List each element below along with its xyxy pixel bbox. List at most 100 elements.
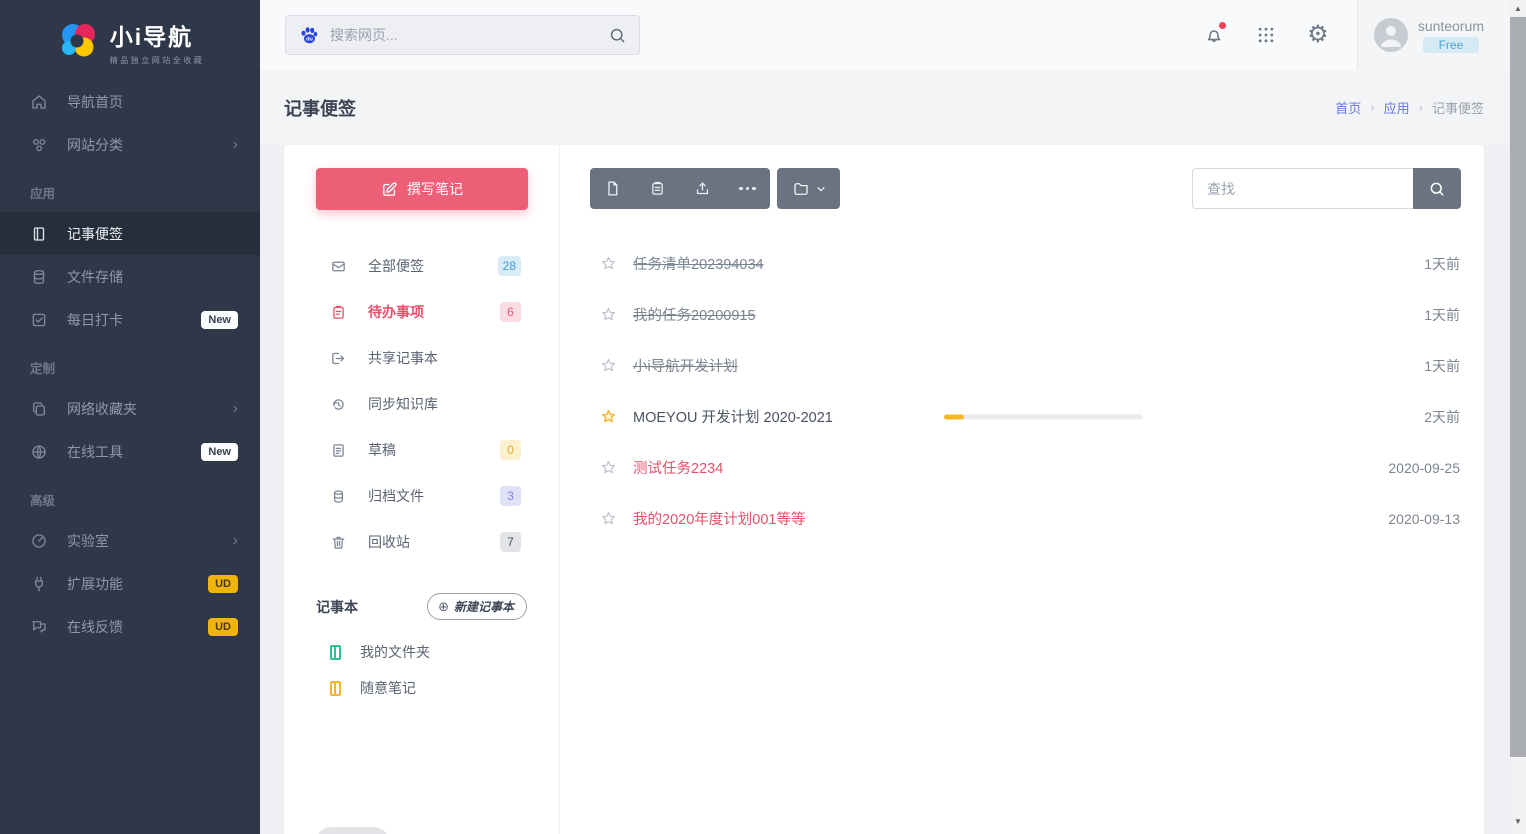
more-actions-button[interactable] (725, 168, 770, 209)
archive-icon (330, 488, 347, 505)
scroll-up-arrow[interactable]: ▲ (1510, 0, 1526, 17)
web-search-box[interactable]: du (285, 15, 640, 55)
ellipsis-icon (739, 187, 756, 191)
star-icon[interactable] (600, 510, 617, 527)
sidebar-item-lab[interactable]: 实验室 › (0, 519, 260, 562)
plugin-icon (30, 575, 48, 593)
scroll-down-arrow[interactable]: ▼ (1510, 813, 1526, 830)
note-row[interactable]: 任务清单202394034 1天前 (560, 238, 1484, 289)
note-row[interactable]: 小i导航开发计划 1天前 (560, 340, 1484, 391)
note-title[interactable]: 我的任务20200915 (633, 304, 756, 325)
note-title[interactable]: 任务清单202394034 (633, 253, 764, 274)
brand-swirl-icon (56, 20, 100, 64)
new-notebook-button[interactable]: ⊕ 新建记事本 (427, 593, 527, 620)
find-input[interactable] (1192, 168, 1413, 209)
note-date: 1天前 (1424, 305, 1460, 325)
notebook-casual-notes[interactable]: 随意笔记 (284, 670, 559, 706)
sidebar-item-site-categories[interactable]: 网站分类 › (0, 123, 260, 166)
note-row[interactable]: 我的任务20200915 1天前 (560, 289, 1484, 340)
category-sync-knowledge[interactable]: 同步知识库 (284, 381, 559, 427)
document-icon (330, 442, 347, 459)
user-name: sunteorum (1418, 18, 1484, 34)
notes-list-area: 任务清单202394034 1天前 我的任务20200915 1天前 小i导航开… (560, 145, 1484, 834)
notification-dot (1219, 22, 1226, 29)
note-progress-bar (944, 414, 1143, 419)
find-button[interactable] (1413, 168, 1461, 209)
category-shared-notebooks[interactable]: 共享记事本 (284, 335, 559, 381)
note-title[interactable]: 我的2020年度计划001等等 (633, 508, 805, 529)
note-title[interactable]: MOEYOU 开发计划 2020-2021 (633, 406, 833, 427)
clipboard-icon (330, 304, 347, 321)
note-date: 2020-09-25 (1388, 460, 1460, 476)
category-icon (30, 136, 48, 154)
compose-note-button[interactable]: 撰写笔记 (316, 168, 528, 210)
star-icon[interactable] (600, 357, 617, 374)
apps-grid-icon[interactable] (1253, 22, 1279, 48)
search-icon[interactable] (608, 26, 627, 45)
category-all-notes[interactable]: 全部便签 28 (284, 243, 559, 289)
star-icon[interactable] (600, 306, 617, 323)
sidebar-item-extensions[interactable]: 扩展功能 UD (0, 562, 260, 605)
sidebar-section-apps: 应用 (0, 172, 260, 212)
upload-button[interactable] (680, 168, 725, 209)
scrollbar-thumb[interactable] (1510, 17, 1526, 757)
category-todo[interactable]: 待办事项 6 (284, 289, 559, 335)
sidebar-item-feedback[interactable]: 在线反馈 UD (0, 605, 260, 648)
page-header: 记事便签 首页 › 应用 › 记事便签 (260, 70, 1510, 145)
category-archived[interactable]: 归档文件 3 (284, 473, 559, 519)
star-icon[interactable] (600, 255, 617, 272)
chevron-right-icon: › (233, 401, 238, 417)
trash-icon (330, 534, 347, 551)
chevron-right-icon: › (233, 137, 238, 153)
notifications-bell-icon[interactable] (1201, 22, 1227, 48)
notebook-my-folder[interactable]: 我的文件夹 (284, 634, 559, 670)
plan-free-badge: FREE (316, 827, 389, 834)
note-title[interactable]: 测试任务2234 (633, 457, 723, 478)
edit-icon (381, 181, 398, 198)
settings-gear-icon[interactable]: ⚙ (1305, 22, 1331, 48)
note-title[interactable]: 小i导航开发计划 (633, 355, 738, 376)
brand-subtitle: 精品独立网站全收藏 (110, 55, 205, 66)
sidebar-item-online-tools[interactable]: 在线工具 New (0, 430, 260, 473)
page-title: 记事便签 (284, 95, 356, 121)
checkin-icon (30, 311, 48, 329)
note-date: 1天前 (1424, 356, 1460, 376)
category-trash[interactable]: 回收站 7 (284, 519, 559, 565)
lab-icon (30, 532, 48, 550)
note-list: 任务清单202394034 1天前 我的任务20200915 1天前 小i导航开… (560, 238, 1484, 544)
sidebar-item-daily-checkin[interactable]: 每日打卡 New (0, 298, 260, 341)
note-row[interactable]: 测试任务2234 2020-09-25 (560, 442, 1484, 493)
topbar: du ⚙ sunteorum (260, 0, 1510, 70)
note-row[interactable]: MOEYOU 开发计划 2020-2021 2天前 (560, 391, 1484, 442)
user-plan-badge: Free (1423, 37, 1480, 53)
sidebar-section-advanced: 高级 (0, 479, 260, 519)
note-date: 2020-09-13 (1388, 511, 1460, 527)
browser-scrollbar[interactable]: ▲ ▼ (1510, 0, 1526, 834)
sidebar-item-web-collections[interactable]: 网络收藏夹 › (0, 387, 260, 430)
note-row[interactable]: 我的2020年度计划001等等 2020-09-13 (560, 493, 1484, 544)
category-drafts[interactable]: 草稿 0 (284, 427, 559, 473)
brand-logo[interactable]: 小i导航 精品独立网站全收藏 (0, 0, 260, 76)
globe-icon (30, 443, 48, 461)
folder-filter-button[interactable] (777, 168, 840, 209)
note-date: 2天前 (1424, 407, 1460, 427)
sidebar-item-notes[interactable]: 记事便签 (0, 212, 260, 255)
breadcrumb-apps[interactable]: 应用 (1384, 98, 1410, 117)
web-search-input[interactable] (330, 27, 608, 43)
star-icon[interactable] (600, 408, 617, 425)
sidebar-item-home[interactable]: 导航首页 (0, 80, 260, 123)
count-badge: 28 (498, 256, 521, 276)
new-note-button[interactable] (590, 168, 635, 209)
sidebar-item-file-storage[interactable]: 文件存储 (0, 255, 260, 298)
collection-icon (30, 400, 48, 418)
notebook-icon (330, 645, 341, 660)
note-date: 1天前 (1424, 254, 1460, 274)
star-icon[interactable] (600, 459, 617, 476)
new-badge: New (201, 311, 238, 329)
sidebar-section-custom: 定制 (0, 347, 260, 387)
breadcrumb-home[interactable]: 首页 (1335, 98, 1361, 117)
user-panel[interactable]: sunteorum Free (1357, 0, 1510, 70)
history-sync-icon (330, 396, 347, 413)
paste-clipboard-button[interactable] (635, 168, 680, 209)
count-badge: 6 (500, 302, 521, 322)
